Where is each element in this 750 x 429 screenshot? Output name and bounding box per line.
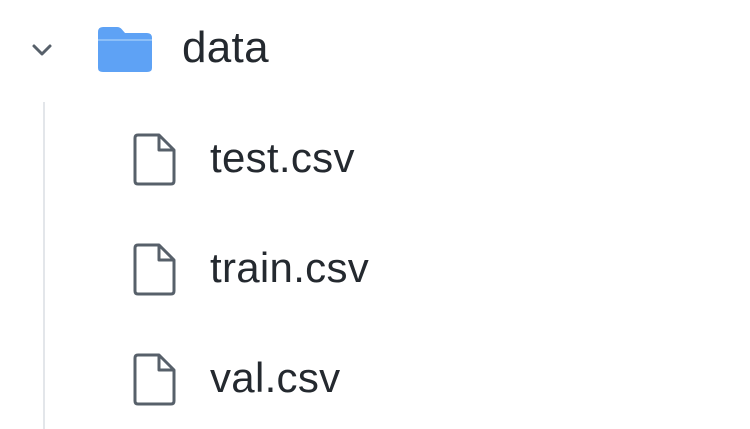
chevron-down-icon[interactable] (28, 36, 56, 64)
folder-row-data[interactable]: data (0, 0, 750, 100)
file-label: test.csv (210, 134, 355, 181)
file-row-test-csv[interactable]: test.csv (0, 103, 750, 203)
file-icon (132, 241, 178, 297)
file-label: val.csv (210, 354, 341, 401)
file-row-val-csv[interactable]: val.csv (0, 323, 750, 423)
folder-icon (96, 24, 154, 74)
file-icon (132, 351, 178, 407)
file-label: train.csv (210, 244, 370, 291)
folder-label: data (182, 23, 269, 72)
file-tree: data test.csv train.csv val.csv (0, 0, 750, 429)
file-icon (132, 131, 178, 187)
file-row-train-csv[interactable]: train.csv (0, 213, 750, 313)
